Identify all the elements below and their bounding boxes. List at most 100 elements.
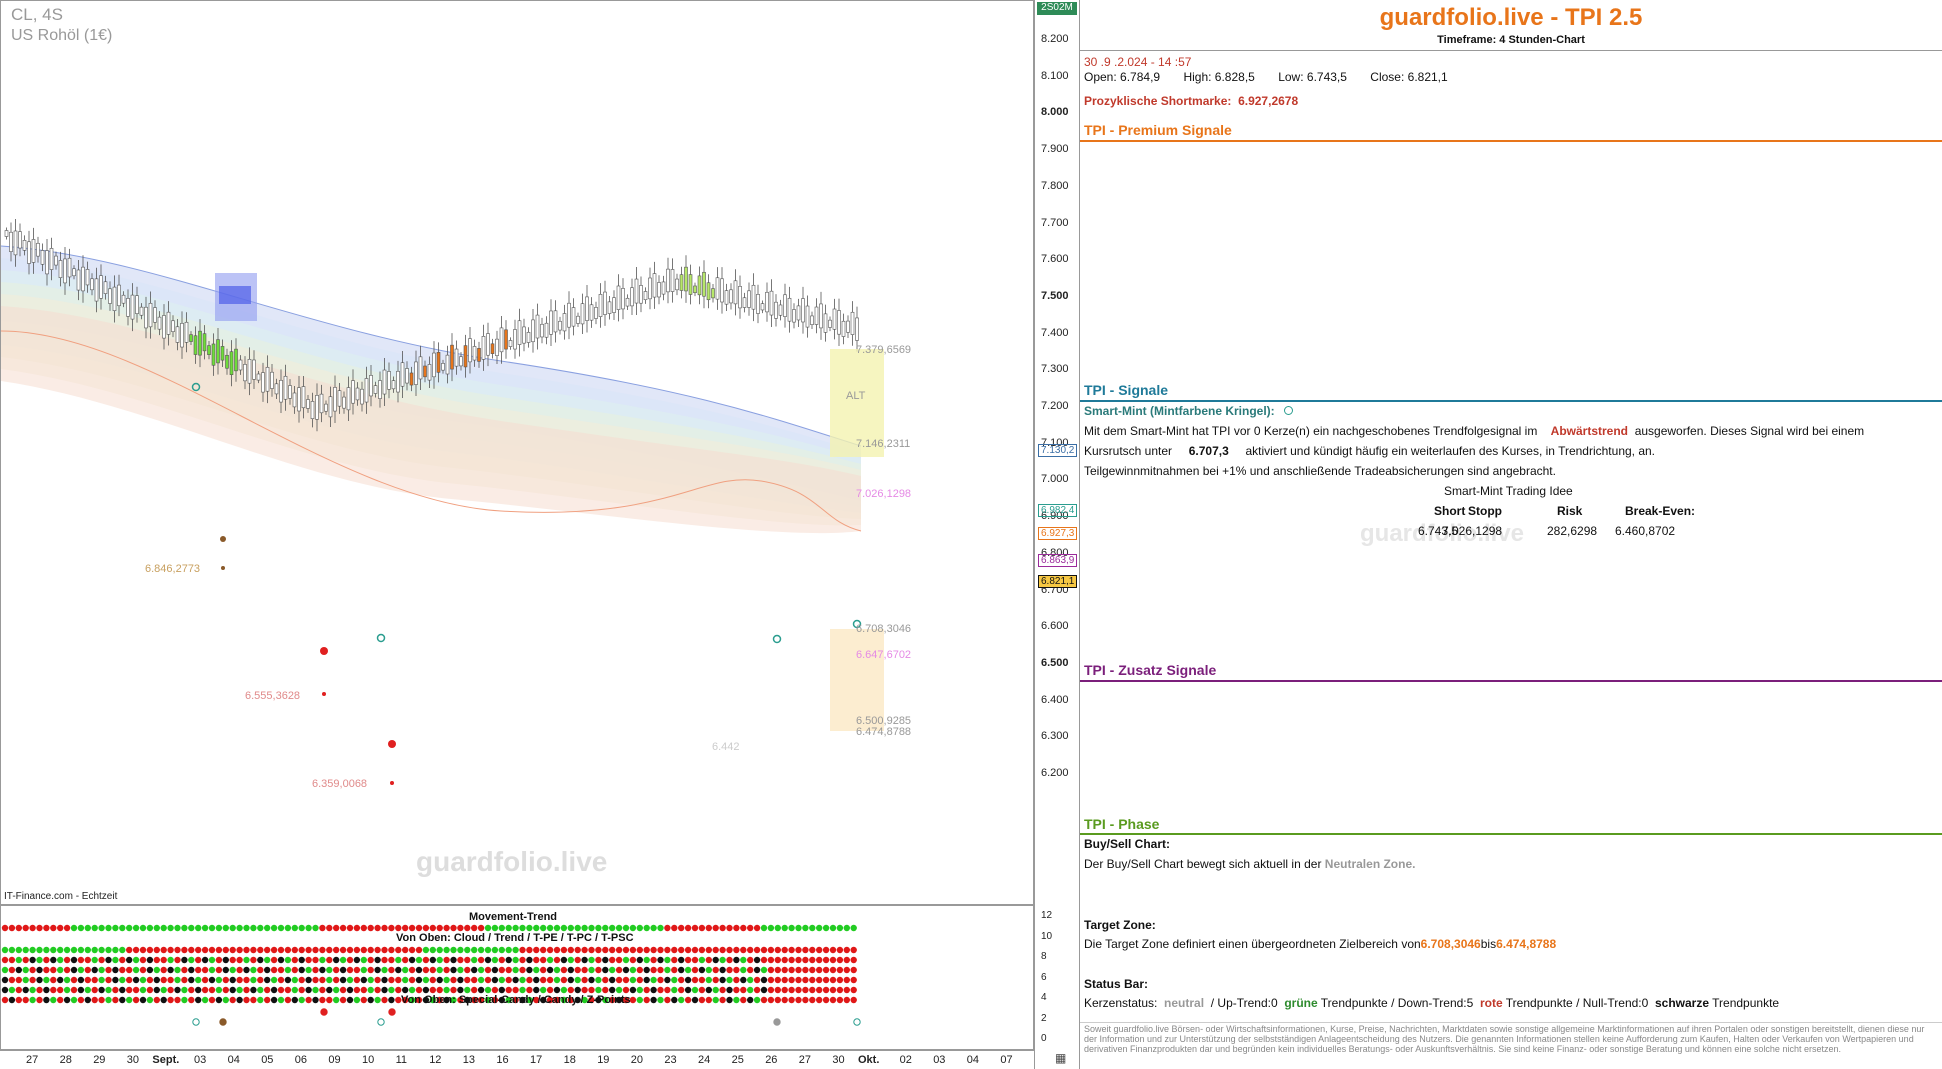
indicator-dot [298,986,305,994]
indicator-dot [498,966,505,974]
candle [603,291,607,315]
indicator-dot [498,986,505,994]
candle [301,386,306,409]
indicator-dot [105,986,112,994]
indicator-dot [491,956,499,964]
indicator-dot [181,996,188,1004]
chart-panel[interactable]: CL, 4S US Rohöl (1€) guardfolio.live IT-… [0,0,1035,1026]
indicator-dot [788,976,795,984]
candle [153,307,157,323]
indicator-dot [829,996,837,1004]
price-tick: 7.700 [1041,216,1069,229]
indicator-dot [174,976,181,984]
indicator-dot [22,996,29,1004]
indicator-dot [395,946,402,954]
indicator-dot [388,946,395,954]
indicator-dot [684,924,692,932]
indicator-dot [8,976,16,984]
indicator-dot [533,976,540,984]
date-axis[interactable]: 27 28 29 30 Sept. 03 04 05 06 09 10 11 12 13 16 17 18 19 2… [0,1050,1034,1069]
ohlc-row: Open: 6.784,9 High: 6.828,5 Low: 6.743,5… [1084,70,1448,84]
indicator-dot [809,986,816,994]
indicator-dot [477,966,485,974]
indicator-dot [774,976,781,984]
indicator-dot [767,946,775,954]
indicator-dot [678,956,685,964]
candle [801,298,805,323]
indicator-dot [15,956,22,964]
indicator-dot [526,986,533,994]
indicator-dot [208,966,216,974]
price-axis[interactable]: 2S02M 8.200 8.100 8.000 7.900 7.800 7.700 7.60… [1034,0,1080,1069]
indicator-dot [291,924,298,932]
indicator-dot [726,946,733,954]
buysell-heading: Buy/Sell Chart: [1084,837,1171,851]
indicator-dot [70,996,78,1004]
indicator-dot [160,986,167,994]
date-tick: 13 [462,1054,476,1066]
indicator-dot [29,966,36,974]
indicator-dot [50,986,57,994]
indicator-dot [312,986,319,994]
price-chart[interactable] [1,1,1035,906]
indicator-dot [153,986,160,994]
indicator-dot [408,986,416,994]
indicator-dot [395,966,402,974]
indicator-dot [181,966,188,974]
indicator-dot [553,986,561,994]
candle [207,345,211,355]
indicator-dot [319,956,326,964]
indicator-dot [208,986,216,994]
indicator-dot [160,924,167,932]
candle [166,311,171,335]
indicator-dot [388,966,395,974]
candle [94,278,99,302]
indicator-dot [367,976,374,984]
indicator-dot [477,986,485,994]
indicator-dot [215,956,223,964]
annotation: 7.146,2311 [856,438,911,450]
candle [279,379,283,403]
indicator-pane[interactable] [1,906,1035,1051]
indicator-dot [747,956,754,964]
candle [396,370,400,393]
candle [625,297,630,307]
date-tick: 19 [597,1054,610,1066]
indicator-dot [560,924,568,932]
chart-settings-icon[interactable]: ▦ [1055,1051,1066,1065]
indicator-dot [781,924,788,932]
indicator-dot [457,956,464,964]
candle [108,288,112,304]
indicator-dot [429,946,436,954]
indicator-dot [609,986,616,994]
indicator-dot [843,976,850,984]
price-tick: 7.600 [1041,253,1069,266]
candle [126,298,130,317]
date-tick: 27 [798,1054,812,1066]
indicator-dot [22,976,29,984]
indicator-dot [277,956,285,964]
indicator-dot [422,986,430,994]
indicator-dot [333,924,340,932]
smart-mint-circle [772,634,782,644]
indicator-dot [553,996,561,1004]
candle [225,354,229,369]
indicator-dot [146,996,154,1004]
indicator-dot [119,966,126,974]
indicator-dot [208,996,216,1004]
indicator-dot [291,986,298,994]
indicator-dot [257,986,264,994]
annotation: 6.359,0068 [312,778,368,790]
indicator-dot [222,996,229,1004]
indicator-dot [774,924,781,932]
indicator-dot [747,946,754,954]
indicator-dot [36,966,43,974]
indicator-dot [733,996,740,1004]
candle [841,320,846,337]
indicator-tick: 2 [1041,1012,1047,1024]
candle [306,399,310,409]
indicator-dot [781,986,788,994]
indicator-dot [429,924,436,932]
indicator-dot [443,924,450,932]
indicator-dot [333,946,340,954]
